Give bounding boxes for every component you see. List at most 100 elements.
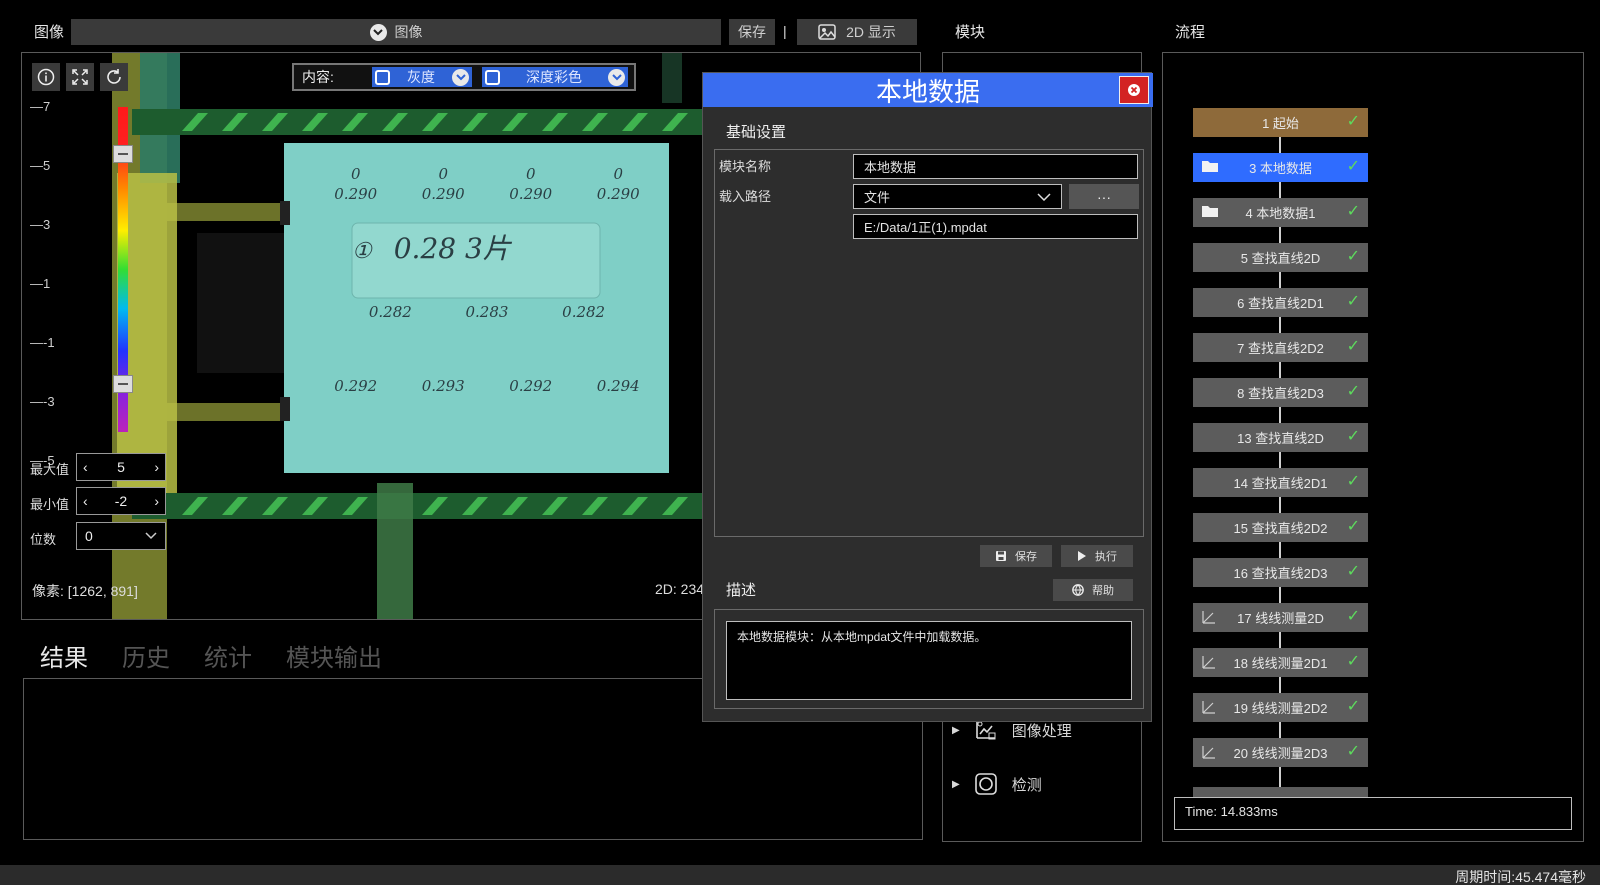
- fullscreen-button[interactable]: [66, 63, 94, 91]
- increment-icon[interactable]: ›: [154, 459, 159, 475]
- decrement-icon[interactable]: ‹: [83, 459, 88, 475]
- flow-node[interactable]: 14 查找直线2D1 ✓: [1193, 468, 1368, 497]
- expand-arrow-icon[interactable]: ▶: [952, 725, 960, 736]
- max-stepper[interactable]: ‹ 5 ›: [76, 453, 166, 481]
- gray-checkbox[interactable]: [375, 69, 390, 85]
- flow-node[interactable]: 16 查找直线2D3 ✓: [1193, 558, 1368, 587]
- tab-statistics[interactable]: 统计: [204, 638, 252, 673]
- check-icon: ✓: [1346, 248, 1360, 265]
- flow-node-label: 15 查找直线2D2: [1233, 521, 1328, 536]
- status-bar: 周期时间:45.474毫秒: [0, 865, 1600, 885]
- flow-node-label: 16 查找直线2D3: [1233, 566, 1328, 581]
- flow-node[interactable]: 8 查找直线2D3 ✓: [1193, 378, 1368, 407]
- tab-module-output[interactable]: 模块输出: [286, 638, 382, 673]
- module-tree-item-detection[interactable]: ▶ 检测: [952, 772, 1042, 796]
- description-text: 本地数据模块：从本地mpdat文件中加载数据。: [726, 621, 1132, 700]
- flow-node[interactable]: 20 线线测量2D3 ✓: [1193, 738, 1368, 767]
- flow-node[interactable]: 18 线线测量2D1 ✓: [1193, 648, 1368, 677]
- flow-node[interactable]: 19 线线测量2D2 ✓: [1193, 693, 1368, 722]
- close-icon: [1128, 84, 1140, 96]
- toolbar-separator: |: [783, 23, 787, 39]
- path-type-select[interactable]: 文件: [853, 184, 1062, 209]
- flow-node-label: 7 查找直线2D2: [1237, 341, 1324, 356]
- tab-result[interactable]: 结果: [40, 638, 88, 673]
- min-slider-handle[interactable]: [113, 375, 133, 393]
- chevron-down-icon: [145, 532, 157, 540]
- scale-tick: —5: [30, 158, 51, 173]
- image-source-selector[interactable]: 图像: [71, 19, 721, 45]
- dialog-close-button[interactable]: [1119, 76, 1149, 104]
- chevron-down-icon: [1037, 192, 1051, 201]
- chevron-down-icon: [369, 23, 387, 41]
- max-slider-handle[interactable]: [113, 145, 133, 163]
- scale-tick: —-1: [30, 335, 55, 350]
- module-name-input[interactable]: 本地数据: [853, 154, 1138, 179]
- description-title: 描述: [726, 582, 757, 599]
- decrement-icon[interactable]: ‹: [83, 493, 88, 509]
- depth-color-label: 深度彩色: [526, 69, 582, 85]
- coord-2d-readout: 2D: 234,: [655, 581, 708, 597]
- fullscreen-icon: [72, 69, 88, 85]
- check-icon: ✓: [1346, 383, 1360, 400]
- flow-node-label: 1 起始: [1262, 116, 1299, 131]
- help-button[interactable]: 帮助: [1053, 579, 1133, 601]
- flow-node-label: 6 查找直线2D1: [1237, 296, 1324, 311]
- detection-icon: [974, 773, 997, 795]
- path-input[interactable]: E:/Data/1正(1).mpdat: [853, 214, 1138, 239]
- folder-icon: [1201, 159, 1219, 176]
- flow-node[interactable]: 1 起始 ✓: [1193, 108, 1368, 137]
- refresh-button[interactable]: [100, 63, 128, 91]
- flow-node[interactable]: 4 本地数据1 ✓: [1193, 198, 1368, 227]
- flow-node-label: 5 查找直线2D: [1240, 251, 1321, 266]
- browse-button[interactable]: ···: [1069, 184, 1139, 209]
- image-save-button[interactable]: 保存: [729, 19, 775, 45]
- check-icon: ✓: [1346, 563, 1360, 580]
- image-icon: [818, 24, 836, 40]
- flow-node[interactable]: 15 查找直线2D2 ✓: [1193, 513, 1368, 542]
- dialog-run-button[interactable]: 执行: [1061, 545, 1133, 567]
- plate-note: ① 0.28 3片: [352, 232, 511, 265]
- info-icon: [37, 68, 55, 86]
- globe-icon: [1072, 584, 1084, 596]
- expand-arrow-icon[interactable]: ▶: [952, 779, 960, 790]
- module-tree-label: 图像处理: [1011, 722, 1072, 740]
- dialog-save-button[interactable]: 保存: [980, 545, 1052, 567]
- flow-node-label: 13 查找直线2D: [1237, 431, 1324, 446]
- load-path-label: 载入路径: [719, 189, 772, 204]
- flow-node[interactable]: 5 查找直线2D ✓: [1193, 243, 1368, 272]
- module-tree-label: 检测: [1011, 776, 1042, 794]
- local-data-dialog: 本地数据 基础设置 模块名称 本地数据 载入路径 文件 ··· E:/Data/…: [702, 72, 1153, 722]
- chevron-down-icon[interactable]: [608, 68, 625, 86]
- section-basic-title: 基础设置: [726, 124, 787, 141]
- check-icon: ✓: [1346, 473, 1360, 490]
- display-mode-button[interactable]: 2D 显示: [797, 19, 917, 45]
- refresh-icon: [107, 69, 121, 84]
- increment-icon[interactable]: ›: [154, 493, 159, 509]
- dialog-titlebar[interactable]: 本地数据: [703, 73, 1153, 107]
- digits-select[interactable]: 0: [76, 522, 166, 550]
- depth-color-option[interactable]: 深度彩色: [482, 67, 628, 87]
- info-button[interactable]: [32, 63, 60, 91]
- path-type-value: 文件: [864, 190, 891, 205]
- flow-node[interactable]: 7 查找直线2D2 ✓: [1193, 333, 1368, 362]
- result-tabs: 结果 历史 统计 模块输出: [40, 638, 382, 673]
- check-icon: ✓: [1346, 698, 1360, 715]
- plate-row-zeros: 0000: [350, 165, 624, 183]
- flow-node[interactable]: 3 本地数据 ✓: [1193, 153, 1368, 182]
- depth-color-checkbox[interactable]: [485, 69, 500, 85]
- flow-node-label: 20 线线测量2D3: [1233, 746, 1328, 761]
- chevron-down-icon[interactable]: [452, 68, 469, 86]
- folder-icon: [1201, 204, 1219, 221]
- cycle-time: 周期时间:45.474毫秒: [1455, 869, 1586, 885]
- gray-option[interactable]: 灰度: [372, 67, 472, 87]
- scale-tick: —-3: [30, 394, 55, 409]
- module-panel-title: 模块: [955, 24, 986, 41]
- measure-icon: [1201, 654, 1217, 673]
- plate-handwriting: 0000 0.290 0.290 0.290 0.290 ① 0.28 3片 0.28…: [312, 165, 662, 395]
- flow-node[interactable]: 6 查找直线2D1 ✓: [1193, 288, 1368, 317]
- flow-node[interactable]: 17 线线测量2D ✓: [1193, 603, 1368, 632]
- tab-history[interactable]: 历史: [122, 638, 170, 673]
- flow-node[interactable]: 13 查找直线2D ✓: [1193, 423, 1368, 452]
- min-stepper[interactable]: ‹ -2 ›: [76, 487, 166, 515]
- module-name-label: 模块名称: [719, 159, 772, 174]
